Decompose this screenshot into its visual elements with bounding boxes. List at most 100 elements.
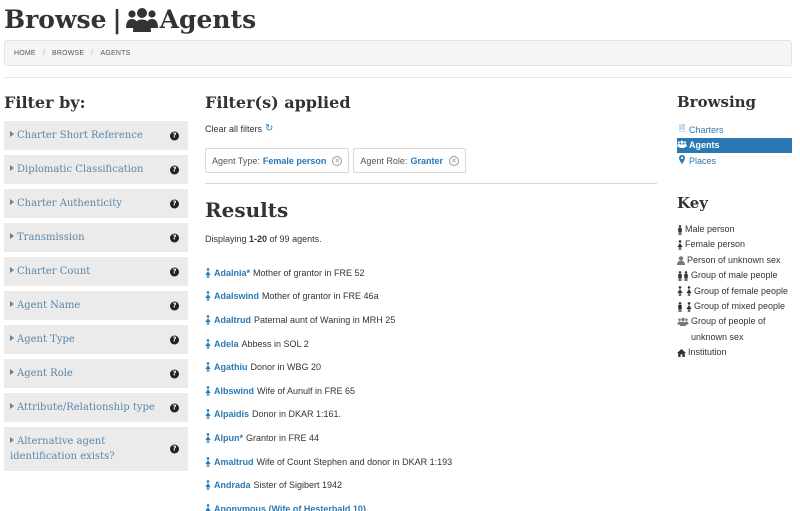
caret-right-icon	[10, 437, 14, 443]
results-count-prefix: Displaying	[205, 234, 250, 244]
page-title: Browse | Agents	[4, 2, 256, 36]
agent-description: Donor in DKAR 1:161.	[252, 409, 342, 420]
question-circle-icon[interactable]: ?	[170, 165, 179, 174]
question-circle-icon[interactable]: ?	[170, 444, 179, 454]
chip-value: Granter	[410, 155, 443, 166]
chip-field: Agent Type:	[212, 155, 260, 166]
title-browse: Browse	[4, 4, 107, 34]
map-marker-icon	[677, 155, 687, 166]
home-icon	[677, 345, 686, 360]
browse-item-label: Charters	[689, 124, 724, 135]
question-circle-icon[interactable]: ?	[170, 131, 179, 140]
question-circle-icon[interactable]: ?	[170, 301, 179, 310]
female-icon	[677, 237, 683, 252]
browse-item-agents[interactable]: Agents	[677, 137, 792, 153]
key-item: Group of people of unknown sex	[677, 314, 792, 345]
filter-list: Charter Short Reference? Diplomatic Class…	[4, 121, 188, 476]
remove-filter-icon[interactable]: ✕	[332, 155, 343, 166]
browse-item-charters[interactable]: 🗎 Charters	[677, 122, 792, 138]
filter-item[interactable]: Agent Type?	[4, 325, 188, 354]
female-icon	[205, 385, 211, 396]
agent-name-link[interactable]: Adela	[214, 339, 239, 349]
female-figure	[677, 286, 683, 297]
file-icon: 🗎	[678, 123, 686, 133]
question-circle-icon[interactable]: ?	[170, 335, 179, 344]
filter-item[interactable]: Diplomatic Classification?	[4, 155, 188, 184]
key-item-label: Group of female people	[694, 285, 789, 296]
question-circle-icon[interactable]: ?	[170, 403, 179, 412]
key-item-label: Institution	[688, 347, 727, 358]
filter-item[interactable]: Agent Role?	[4, 359, 188, 388]
users-icon	[125, 8, 158, 32]
browse-item-places[interactable]: Places	[677, 153, 792, 169]
agent-description: Grantor in FRE 44	[246, 432, 320, 443]
result-item: Alpun* Grantor in FRE 44	[205, 426, 657, 450]
agent-name-link[interactable]: Adalswind	[214, 291, 259, 301]
filter-item[interactable]: Alternative agent identification exists?…	[4, 427, 188, 471]
agent-name-link[interactable]: Alpun*	[214, 433, 243, 443]
breadcrumb-home[interactable]: HOME	[14, 50, 36, 57]
question-circle-icon[interactable]: ?	[170, 199, 179, 208]
agent-name-link[interactable]: Agathiu	[214, 362, 248, 372]
user-icon	[677, 253, 685, 268]
browse-item-label: Agents	[689, 140, 720, 151]
users-icon	[677, 140, 687, 150]
result-item: Anonymous (Wife of Hesterbald 10)	[205, 497, 657, 511]
filter-item-label: Charter Authenticity	[17, 198, 122, 209]
agent-description: Mother of grantor in FRE 46a	[262, 291, 379, 302]
title-section: Agents	[159, 4, 257, 34]
female-icon	[205, 267, 211, 278]
female-icon	[205, 315, 211, 325]
key-item: Male person	[677, 222, 792, 237]
key-item-label: Group of mixed people	[694, 301, 786, 312]
result-item: Alpaidis Donor in DKAR 1:161.	[205, 403, 657, 427]
filter-item[interactable]: Attribute/Relationship type?	[4, 393, 188, 422]
chip-value: Female person	[262, 155, 327, 166]
caret-right-icon	[10, 403, 14, 409]
filter-item-label: Agent Name	[17, 300, 81, 311]
agent-name-link[interactable]: Anonymous (Wife of Hesterbald 10)	[214, 504, 366, 511]
question-circle-icon[interactable]: ?	[170, 267, 179, 276]
key-item: Institution	[677, 345, 792, 360]
filter-item-label: Charter Short Reference	[17, 130, 143, 141]
question-circle-icon[interactable]: ?	[170, 233, 179, 242]
results-count: Displaying 1-20 of 99 agents.	[205, 234, 322, 244]
question-circle-icon[interactable]: ?	[170, 369, 179, 378]
key-item-label: Female person	[685, 239, 746, 250]
key-list: Male person Female person Person of unknow…	[677, 222, 792, 361]
agent-description: Wife of Count Stephen and donor in DKAR …	[256, 456, 453, 467]
key-item: Group of male people	[677, 268, 792, 283]
filter-item[interactable]: Charter Count?	[4, 257, 188, 286]
key-item-label: Person of unknown sex	[687, 254, 781, 265]
key-item-label: Group of male people	[691, 270, 778, 281]
breadcrumb-divider: /	[91, 49, 94, 57]
female-icon	[205, 456, 211, 467]
filter-item[interactable]: Agent Name?	[4, 291, 188, 320]
filter-item[interactable]: Charter Short Reference?	[4, 121, 188, 150]
agent-name-link[interactable]: Andrada	[214, 480, 251, 490]
breadcrumb-browse[interactable]: BROWSE	[52, 50, 84, 57]
browsing-nav: 🗎 Charters Agents Places	[677, 122, 792, 169]
applied-filter-chips: Agent Type: Female person ✕ Agent Role: …	[205, 148, 466, 173]
key-item: Person of unknown sex	[677, 253, 792, 268]
agent-name-link[interactable]: Adalnia*	[214, 268, 250, 278]
filter-item[interactable]: Transmission?	[4, 223, 188, 252]
clear-all-filters-link[interactable]: Clear all filters ↻	[205, 123, 273, 134]
caret-right-icon	[10, 131, 14, 137]
agent-name-link[interactable]: Amaltrud	[214, 457, 254, 467]
remove-filter-icon[interactable]: ✕	[448, 155, 459, 166]
chip-field: Agent Role:	[360, 155, 408, 166]
filter-item[interactable]: Charter Authenticity?	[4, 189, 188, 218]
key-item: Female person	[677, 237, 792, 252]
filter-chip-agent-type: Agent Type: Female person ✕	[205, 148, 350, 173]
female-figure	[686, 301, 692, 312]
female-icon	[205, 338, 211, 349]
agent-name-link[interactable]: Adaltrud	[214, 315, 251, 325]
key-heading: Key	[677, 194, 708, 212]
filter-heading: Filter by:	[4, 93, 86, 112]
agent-name-link[interactable]: Alpaidis	[214, 409, 249, 419]
agent-name-link[interactable]: Albswind	[214, 386, 254, 396]
caret-right-icon	[10, 335, 14, 341]
divider	[4, 77, 792, 78]
results-heading: Results	[205, 198, 289, 222]
